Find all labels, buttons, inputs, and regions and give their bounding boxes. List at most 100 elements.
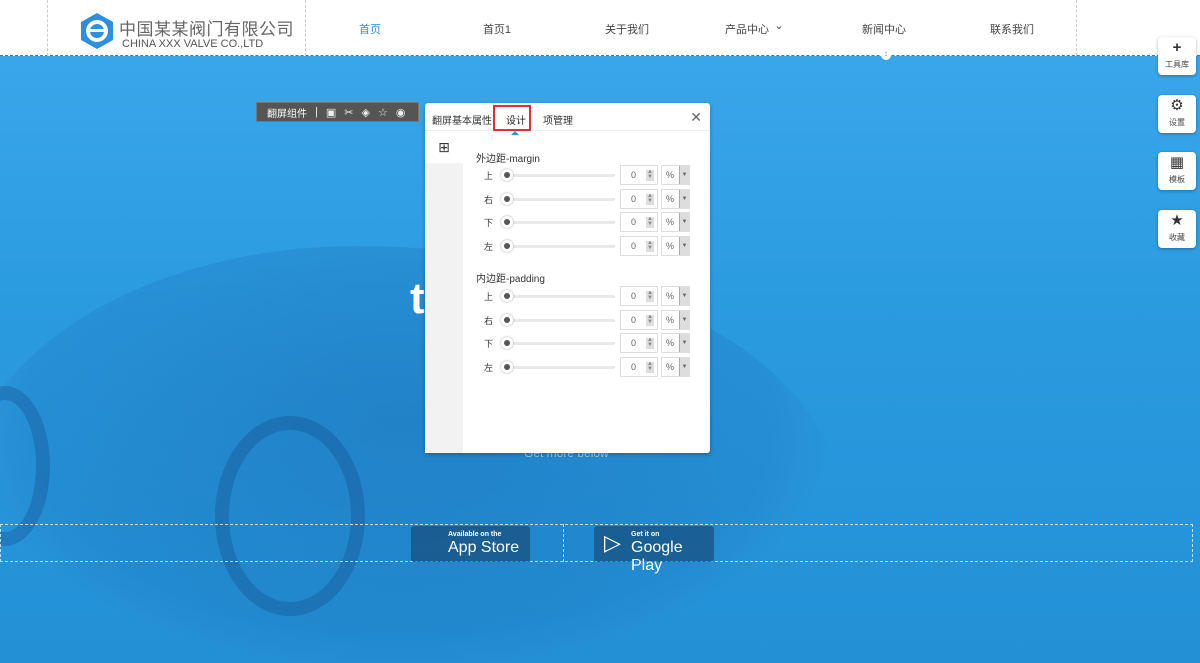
padding-row: 左 0 ▲ ▼% ▼ (473, 356, 693, 377)
spinner-icon[interactable]: ▲ ▼ (646, 337, 654, 349)
grid-icon: ▦ (1169, 154, 1185, 171)
spinner-icon[interactable]: ▲ ▼ (646, 193, 654, 205)
dropdown-arrow-icon[interactable]: ▼ (679, 334, 689, 352)
margin-row: 右 0 ▲ ▼% ▼ (473, 188, 693, 209)
slider-track[interactable] (503, 342, 615, 345)
slider-track[interactable] (503, 365, 615, 369)
unit-select[interactable]: % ▼ (661, 309, 690, 330)
side-label: 上 (484, 171, 494, 181)
edit-icon[interactable]: ▣ (326, 106, 336, 119)
layers-icon[interactable]: ◈ (361, 106, 369, 119)
value-input[interactable]: 0 ▲ ▼ (620, 188, 658, 209)
value-input[interactable]: 0 ▲ ▼ (620, 309, 658, 330)
play-icon: ▷ (604, 530, 621, 555)
value-input[interactable]: 0 ▲ ▼ (620, 356, 658, 377)
side-templates-button[interactable]: ▦ 模板 (1158, 152, 1196, 190)
slider-handle[interactable] (501, 290, 513, 302)
settings-dialog: 翻屏基本属性 设计 项管理 ✕ ⊞ 外边距-margin 内边距-padding… (425, 103, 710, 453)
slider-track[interactable] (503, 295, 615, 298)
unit-select[interactable]: % ▼ (661, 165, 690, 185)
active-tab-indicator (511, 127, 519, 135)
unit-select[interactable]: % ▼ (661, 212, 690, 232)
slider-handle[interactable] (501, 239, 513, 252)
dropdown-arrow-icon[interactable]: ▼ (679, 236, 689, 255)
dropdown-arrow-icon[interactable]: ▼ (679, 213, 689, 231)
separator: | (315, 106, 318, 118)
unit-select[interactable]: % ▼ (661, 286, 690, 306)
tab-item-management[interactable]: 项管理 (543, 112, 573, 127)
gears-icon: ⚙ (1170, 97, 1184, 114)
padding-row: 下 0 ▲ ▼% ▼ (473, 333, 693, 353)
layout-icon[interactable]: ⊞ (425, 131, 463, 163)
slider-handle[interactable] (501, 337, 513, 349)
dropdown-arrow-icon[interactable]: ▼ (679, 357, 689, 376)
side-favorites-button[interactable]: ★ 收藏 (1158, 210, 1196, 248)
eye-icon[interactable]: ◉ (396, 106, 406, 119)
nav-contact[interactable]: 联系我们 (990, 21, 1034, 37)
side-label: 上 (484, 292, 494, 302)
side-toolbox-button[interactable]: + 工具库 (1158, 37, 1196, 75)
side-label: 下 (484, 218, 494, 228)
chevron-down-icon[interactable]: ⌄ (774, 19, 783, 32)
nav-about[interactable]: 关于我们 (605, 21, 649, 37)
plus-icon: + (1172, 39, 1182, 56)
star-icon[interactable]: ☆ (378, 106, 388, 119)
slider-track[interactable] (503, 244, 615, 248)
tab-design[interactable]: 设计 (506, 112, 526, 127)
margin-title: 外边距-margin (476, 154, 540, 165)
spinner-icon[interactable]: ▲ ▼ (646, 314, 654, 326)
brand-name-en: CHINA XXX VALVE CO.,LTD (122, 38, 264, 50)
value-input[interactable]: 0 ▲ ▼ (620, 286, 658, 306)
dropdown-arrow-icon[interactable]: ▼ (679, 189, 689, 208)
slider-track[interactable] (503, 174, 615, 177)
value-input[interactable]: 0 ▲ ▼ (620, 165, 658, 185)
unit-select[interactable]: % ▼ (661, 235, 690, 256)
value-input[interactable]: 0 ▲ ▼ (620, 333, 658, 353)
slider-track[interactable] (503, 221, 615, 224)
dropdown-arrow-icon[interactable]: ▼ (679, 310, 689, 329)
resize-handle-icon[interactable]: ↕ (881, 50, 891, 60)
spinner-icon[interactable]: ▲ ▼ (646, 216, 654, 228)
spinner-icon[interactable]: ▲ ▼ (646, 240, 654, 252)
nav-home[interactable]: 首页 (359, 21, 381, 37)
slider-handle[interactable] (501, 360, 513, 373)
unit-select[interactable]: % ▼ (661, 188, 690, 209)
nav-products[interactable]: 产品中心 (725, 21, 769, 37)
unit-select[interactable]: % ▼ (661, 356, 690, 377)
slider-handle[interactable] (501, 313, 513, 326)
side-label: 下 (484, 339, 494, 349)
value-input[interactable]: 0 ▲ ▼ (620, 235, 658, 256)
toolbar-label: 翻屏组件 (267, 108, 307, 120)
tools-icon[interactable]: ✂ (344, 106, 353, 119)
slider-handle[interactable] (501, 169, 513, 181)
margin-row: 上 0 ▲ ▼% ▼ (473, 165, 693, 185)
component-toolbar: 翻屏组件 | ▣ ✂ ◈ ☆ ◉ (256, 102, 419, 122)
app-store-button[interactable]: Available on the App Store (411, 526, 530, 562)
side-label: 左 (484, 362, 494, 373)
spinner-icon[interactable]: ▲ ▼ (646, 169, 654, 181)
padding-row: 右 0 ▲ ▼% ▼ (473, 309, 693, 330)
logo-icon (81, 13, 113, 49)
side-settings-button[interactable]: ⚙ 设置 (1158, 95, 1196, 133)
slider-track[interactable] (503, 318, 615, 322)
tab-basic-properties[interactable]: 翻屏基本属性 (432, 112, 492, 127)
dropdown-arrow-icon[interactable]: ▼ (679, 166, 689, 184)
unit-select[interactable]: % ▼ (661, 333, 690, 353)
spinner-icon[interactable]: ▲ ▼ (646, 290, 654, 302)
google-play-button[interactable]: ▷ Get it on Google Play (594, 526, 714, 574)
spinner-icon[interactable]: ▲ ▼ (646, 361, 654, 373)
slider-handle[interactable] (501, 192, 513, 205)
side-label: 右 (484, 315, 494, 326)
close-icon[interactable]: ✕ (690, 109, 702, 126)
dialog-sidebar: ⊞ (425, 131, 463, 453)
slider-handle[interactable] (501, 216, 513, 228)
site-header: 中国某某阀门有限公司 CHINA XXX VALVE CO.,LTD 首页 首页… (0, 0, 1200, 56)
star-icon: ★ (1170, 212, 1184, 229)
nav-news[interactable]: 新闻中心 (862, 21, 906, 37)
slider-track[interactable] (503, 197, 615, 201)
car-wheel (215, 416, 365, 616)
dropdown-arrow-icon[interactable]: ▼ (679, 287, 689, 305)
value-input[interactable]: 0 ▲ ▼ (620, 212, 658, 232)
margin-row: 左 0 ▲ ▼% ▼ (473, 235, 693, 256)
nav-home1[interactable]: 首页1 (483, 21, 511, 37)
